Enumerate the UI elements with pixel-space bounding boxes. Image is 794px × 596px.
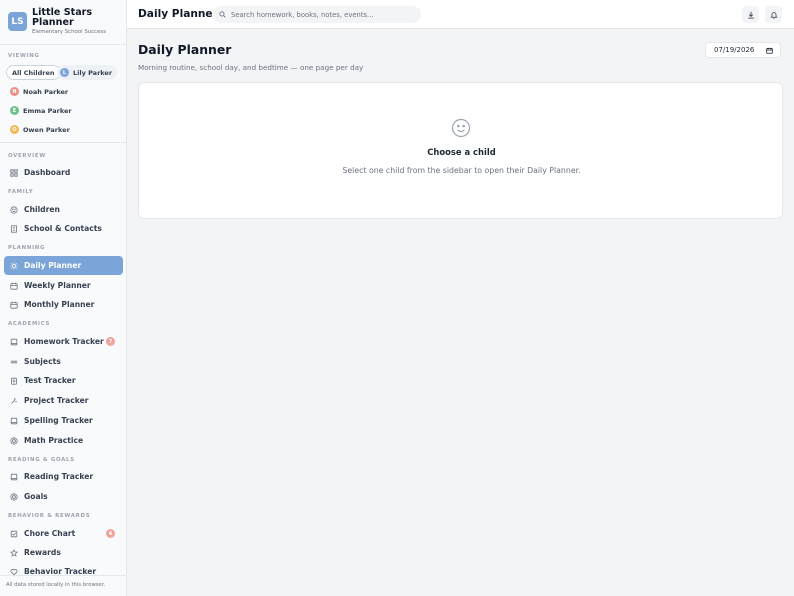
date-value: 07/19/2026 [714,46,755,54]
sidebar-item-daily-planner[interactable]: Daily Planner [4,256,123,275]
sidebar-item-label: School & Contacts [24,224,102,233]
divider [0,44,126,45]
homework-count-badge: 7 [106,337,115,346]
bell-icon [769,11,778,19]
calendar-icon[interactable] [766,47,773,54]
smile-icon [451,118,471,138]
sidebar-item-label: Children [24,205,60,214]
sidebar-item-project-tracker[interactable]: Project Tracker [4,391,123,410]
avatar: L [60,68,69,77]
sidebar-item-label: Dashboard [24,168,71,177]
book-icon [10,338,18,346]
sidebar-item-label: Project Tracker [24,396,89,405]
sidebar-item-label: Subjects [24,357,61,366]
brand-subtitle: Elementary School Success [32,29,107,35]
search-icon [219,11,226,18]
book-icon [10,417,18,425]
chore-count-badge: 4 [106,529,115,538]
calendar-icon [10,282,18,290]
sidebar-item-rewards[interactable]: Rewards [4,543,123,562]
sidebar-item-monthly-planner[interactable]: Monthly Planner [4,295,123,314]
sidebar-item-label: Rewards [24,548,61,557]
sparkle-icon [10,397,18,405]
divider [0,142,126,143]
sidebar-item-school-contacts[interactable]: School & Contacts [4,219,123,238]
brand-name: Little Stars Planner [32,7,93,28]
sidebar-item-subjects[interactable]: Subjects [4,352,123,371]
sidebar-item-label: Spelling Tracker [24,416,93,425]
search-box[interactable] [213,6,421,23]
sidebar-item-reading-tracker[interactable]: Reading Tracker [4,467,123,486]
sidebar-item-goals[interactable]: Goals [4,487,123,506]
sidebar-item-weekly-planner[interactable]: Weekly Planner [4,276,123,295]
avatar: E [10,106,19,115]
page-title: Daily Planner [138,42,232,57]
sidebar-item-label: Weekly Planner [24,281,91,290]
star-icon [10,548,18,557]
date-picker[interactable]: 07/19/2026 [705,42,781,58]
sidebar-item-label: Chore Chart [24,529,76,538]
target-icon [10,492,18,501]
sidebar-item-label: Goals [24,492,48,501]
storage-note: All data stored locally in this browser. [6,582,106,588]
layers-icon [10,358,18,366]
sidebar-item-label: Math Practice [24,436,84,445]
page-subtitle: Morning routine, school day, and bedtime… [138,63,364,72]
clipboard-icon [10,377,18,385]
divider [0,575,126,576]
sidebar-item-label: Daily Planner [24,261,82,270]
grid-icon [10,168,18,177]
book-open-icon [10,473,18,481]
sidebar-item-label: Reading Tracker [24,472,94,481]
sun-icon [10,261,18,270]
sidebar-item-test-tracker[interactable]: Test Tracker [4,371,123,390]
child-filter-lily[interactable]: L Lily Parker [57,65,118,80]
download-button[interactable] [742,6,759,23]
section-label-family: Family [8,189,34,195]
topbar-title: Daily Planner [138,8,218,20]
child-filter-owen[interactable]: O Owen Parker [7,122,75,137]
viewing-label: Viewing [8,53,40,59]
section-label-reading-goals: Reading & Goals [8,457,75,463]
section-label-planning: Planning [8,245,46,251]
empty-state-title: Choose a child [427,147,496,157]
brand-logo: LS [8,12,27,31]
target-icon [10,436,18,445]
child-name: Lily Parker [73,68,113,77]
sidebar-item-homework-tracker[interactable]: Homework Tracker 7 [4,332,123,351]
search-input[interactable] [231,10,411,19]
notifications-button[interactable] [765,6,782,23]
sidebar-item-label: Monthly Planner [24,300,95,309]
child-filter-emma[interactable]: E Emma Parker [7,103,77,118]
smile-icon [10,205,18,214]
brand[interactable]: LS Little Stars Planner Elementary Schoo… [8,8,106,35]
sidebar-item-label: Homework Tracker [24,337,104,346]
sidebar-item-spelling-tracker[interactable]: Spelling Tracker [4,411,123,430]
sidebar-item-label: Test Tracker [24,376,76,385]
topbar: Daily Planner [127,0,794,29]
avatar: O [10,125,19,134]
sidebar-item-behavior-tracker[interactable]: Behavior Tracker [4,562,123,581]
download-icon [747,11,754,18]
building-icon [10,224,18,233]
sidebar-item-math-practice[interactable]: Math Practice [4,431,123,450]
section-label-overview: Overview [8,153,46,159]
empty-state-card: Choose a child Select one child from the… [138,82,783,219]
child-filter-noah[interactable]: N Noah Parker [7,84,73,99]
avatar: N [10,87,19,96]
child-name: Noah Parker [23,87,69,96]
sidebar: LS Little Stars Planner Elementary Schoo… [0,0,127,596]
empty-state-text: Select one child from the sidebar to ope… [342,166,581,175]
child-name: Owen Parker [23,125,70,134]
sidebar-item-dashboard[interactable]: Dashboard [4,163,123,182]
child-filter-all[interactable]: All Children [6,65,61,80]
section-label-academics: Academics [8,321,51,327]
section-label-behavior-rewards: Behavior & Rewards [8,513,91,519]
sidebar-item-children[interactable]: Children [4,200,123,219]
check-square-icon [10,530,18,538]
calendar-icon [10,301,18,309]
child-name: Emma Parker [23,106,72,115]
sidebar-item-chore-chart[interactable]: Chore Chart 4 [4,524,123,543]
